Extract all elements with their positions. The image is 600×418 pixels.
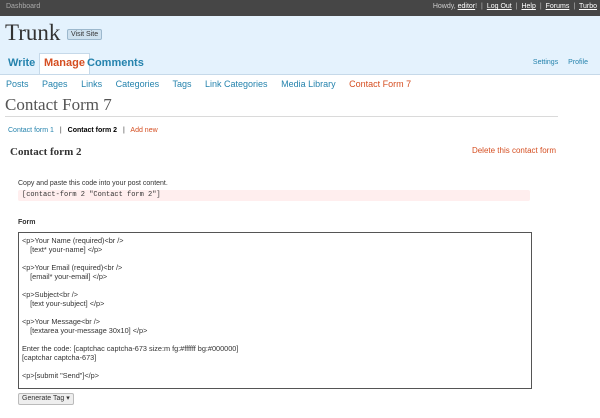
page-title: Contact Form 7	[5, 95, 112, 114]
submenu-item-tags[interactable]: Tags	[172, 79, 191, 89]
howdy-end: !	[475, 3, 478, 10]
shortcode-box[interactable]: [contact-form 2 "Contact form 2"]	[18, 190, 530, 201]
copy-instruction: Copy and paste this code into your post …	[18, 180, 168, 187]
profile-link[interactable]: Profile	[568, 59, 588, 66]
visit-site-button[interactable]: Visit Site	[67, 29, 103, 40]
submenu-item-media-library[interactable]: Media Library	[281, 79, 336, 89]
header-right-links: Settings Profile	[525, 59, 588, 66]
dashboard-link[interactable]: Dashboard	[6, 3, 40, 10]
help-link[interactable]: Help	[521, 3, 535, 10]
generate-tag-button[interactable]: Generate Tag ▾	[18, 393, 74, 405]
username-link[interactable]: editor	[458, 3, 476, 10]
user-links: Howdy, editor! | Log Out | Help | Forums…	[432, 3, 597, 10]
submenu-item-categories[interactable]: Categories	[116, 79, 160, 89]
add-new-link[interactable]: Add new	[130, 127, 157, 134]
howdy-text: Howdy,	[432, 3, 456, 10]
submenu-item-posts[interactable]: Posts	[6, 79, 29, 89]
form-code-editor[interactable]	[18, 232, 532, 389]
dropdown-arrow-icon: ▾	[66, 395, 70, 402]
generate-tag-label: Generate Tag	[22, 395, 65, 402]
title-divider	[5, 116, 558, 117]
forums-link[interactable]: Forums	[546, 3, 570, 10]
delete-form-link[interactable]: Delete this contact form	[472, 146, 556, 155]
settings-link[interactable]: Settings	[533, 59, 558, 66]
admin-top-bar: Dashboard Howdy, editor! | Log Out | Hel…	[0, 0, 600, 16]
form-link-2-current: Contact form 2	[67, 127, 118, 134]
turbo-link[interactable]: Turbo	[579, 3, 597, 10]
form-heading: Contact form 2	[10, 146, 82, 158]
submenu-item-pages[interactable]: Pages	[42, 79, 68, 89]
form-nav: Contact form 1 | Contact form 2 | Add ne…	[8, 127, 158, 134]
site-header: Trunk Visit Site Write Manage Comments S…	[0, 16, 600, 75]
log-out-link[interactable]: Log Out	[487, 3, 512, 10]
manage-submenu: Posts Pages Links Categories Tags Link C…	[6, 79, 422, 89]
submenu-item-link-categories[interactable]: Link Categories	[205, 79, 268, 89]
submenu-item-links[interactable]: Links	[81, 79, 102, 89]
site-title[interactable]: Trunk	[5, 20, 60, 46]
tab-write[interactable]: Write	[4, 54, 39, 73]
form-link-1[interactable]: Contact form 1	[8, 127, 54, 134]
submenu-item-contact-form-7[interactable]: Contact Form 7	[349, 79, 411, 89]
tab-comments[interactable]: Comments	[83, 54, 148, 73]
form-label: Form	[18, 219, 36, 226]
